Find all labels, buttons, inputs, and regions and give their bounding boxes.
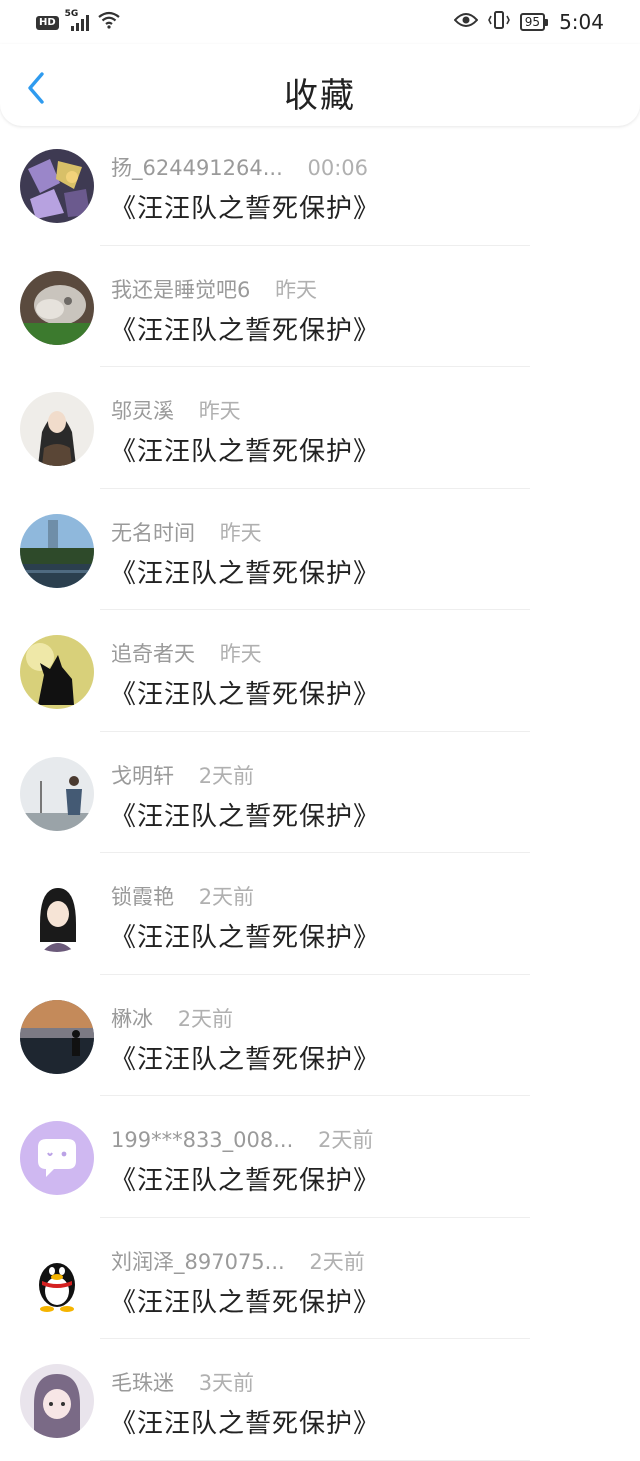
item-time: 2天前 xyxy=(198,763,255,788)
item-meta: 邬灵溪 昨天 xyxy=(111,395,241,425)
item-meta: 199***833_008... 2天前 xyxy=(111,1124,373,1154)
avatar[interactable] xyxy=(20,1242,94,1317)
user-name: 刘润泽_897075... xyxy=(111,1249,285,1274)
avatar[interactable] xyxy=(20,1121,94,1195)
item-content: 《汪汪队之誓死保护》 xyxy=(110,437,381,467)
list-item[interactable]: 戈明轩 2天前 《汪汪队之誓死保护》 xyxy=(0,732,640,854)
item-time: 2天前 xyxy=(198,885,255,909)
list-item[interactable]: 扬_624491264... 00:06 《汪汪队之誓死保护》 xyxy=(0,124,640,246)
item-meta: 无名时间 昨天 xyxy=(111,517,262,547)
list-item[interactable]: 无名时间 昨天 《汪汪队之誓死保护》 xyxy=(0,489,640,611)
user-name: 无名时间 xyxy=(111,520,195,545)
item-time: 昨天 xyxy=(198,399,241,423)
avatar[interactable] xyxy=(20,999,94,1074)
item-content: 《汪汪队之誓死保护》 xyxy=(110,194,381,224)
item-time: 昨天 xyxy=(219,642,262,666)
user-name: 戈明轩 xyxy=(111,763,174,788)
user-name: 楙冰 xyxy=(111,1006,153,1031)
item-meta: 扬_624491264... 00:06 xyxy=(111,152,368,182)
signal-icon: 5G xyxy=(65,9,89,31)
user-name: 扬_624491264... xyxy=(111,156,283,180)
avatar[interactable] xyxy=(20,392,94,466)
item-content: 《汪汪队之誓死保护》 xyxy=(110,315,381,346)
page-title: 收藏 xyxy=(284,76,356,116)
status-time: 5:04 xyxy=(559,10,604,34)
battery-icon: 95 xyxy=(519,13,549,31)
user-name: 毛珠迷 xyxy=(111,1371,174,1395)
hd-badge: HD xyxy=(36,15,59,30)
user-name: 199***833_008... xyxy=(111,1128,294,1152)
network-type: 5G xyxy=(64,8,79,19)
list-item[interactable]: 刘润泽_897075... 2天前 《汪汪队之誓死保护》 xyxy=(0,1218,640,1340)
avatar[interactable] xyxy=(20,1364,94,1438)
item-time: 2天前 xyxy=(177,1006,234,1031)
wifi-icon xyxy=(97,11,121,34)
item-content: 《汪汪队之誓死保护》 xyxy=(110,1044,381,1075)
item-time: 3天前 xyxy=(198,1371,255,1395)
list-item[interactable]: 我还是睡觉吧6 昨天 《汪汪队之誓死保护》 xyxy=(0,246,640,368)
item-meta: 锁霞艳 2天前 xyxy=(111,881,254,911)
avatar[interactable] xyxy=(20,149,94,223)
avatar[interactable] xyxy=(20,635,94,709)
item-content: 《汪汪队之誓死保护》 xyxy=(110,558,381,589)
item-meta: 楙冰 2天前 xyxy=(111,1003,233,1033)
item-content: 《汪汪队之誓死保护》 xyxy=(110,923,381,953)
avatar[interactable] xyxy=(20,270,94,345)
list-item[interactable]: 锁霞艳 2天前 《汪汪队之誓死保护》 xyxy=(0,853,640,975)
item-time: 2天前 xyxy=(317,1128,374,1152)
favorites-list: 扬_624491264... 00:06 《汪汪队之誓死保护》 我还是睡觉吧6 … xyxy=(0,124,640,1461)
avatar[interactable] xyxy=(20,878,94,952)
item-meta: 追奇者天 昨天 xyxy=(111,638,262,668)
list-item[interactable]: 199***833_008... 2天前 《汪汪队之誓死保护》 xyxy=(0,1096,640,1218)
list-item[interactable]: 邬灵溪 昨天 《汪汪队之誓死保护》 xyxy=(0,367,640,489)
item-content: 《汪汪队之誓死保护》 xyxy=(110,1166,381,1196)
nav-bar: 收藏 xyxy=(0,44,640,126)
item-time: 2天前 xyxy=(309,1249,365,1274)
user-name: 邬灵溪 xyxy=(111,399,174,423)
item-time: 昨天 xyxy=(219,520,262,545)
list-item[interactable]: 追奇者天 昨天 《汪汪队之誓死保护》 xyxy=(0,610,640,732)
avatar[interactable] xyxy=(20,756,94,831)
list-item[interactable]: 楙冰 2天前 《汪汪队之誓死保护》 xyxy=(0,975,640,1097)
item-meta: 戈明轩 2天前 xyxy=(111,760,254,790)
item-content: 《汪汪队之誓死保护》 xyxy=(110,680,381,710)
item-meta: 毛珠迷 3天前 xyxy=(111,1367,254,1397)
user-name: 追奇者天 xyxy=(111,642,195,666)
avatar[interactable] xyxy=(20,513,94,588)
item-meta: 我还是睡觉吧6 昨天 xyxy=(111,274,317,304)
item-meta: 刘润泽_897075... 2天前 xyxy=(111,1246,365,1276)
status-right: 95 5:04 xyxy=(453,10,604,34)
item-time: 00:06 xyxy=(307,156,368,180)
item-content: 《汪汪队之誓死保护》 xyxy=(110,1287,381,1318)
user-name: 锁霞艳 xyxy=(111,885,174,909)
list-item[interactable]: 毛珠迷 3天前 《汪汪队之誓死保护》 xyxy=(0,1339,640,1461)
eye-icon xyxy=(453,11,479,33)
vibrate-icon xyxy=(487,10,510,34)
item-content: 《汪汪队之誓死保护》 xyxy=(110,801,381,832)
status-bar: HD 5G 95 5:04 xyxy=(0,0,640,44)
item-time: 昨天 xyxy=(275,277,318,302)
status-left: HD 5G xyxy=(36,9,121,34)
user-name: 我还是睡觉吧6 xyxy=(111,277,251,302)
